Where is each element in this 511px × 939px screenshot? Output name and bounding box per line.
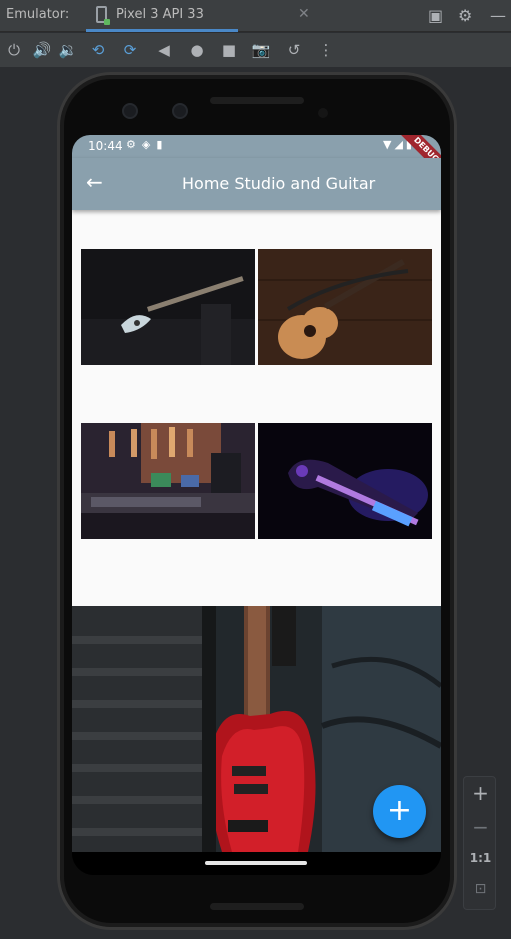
zoom-controls: + − 1:1 ⊡ [463, 776, 496, 910]
emulator-toolbar: ⏻ 🔊 🔉 ⟲ ⟳ ◀ ● ■ 📷 ↺ ⋮ [0, 33, 511, 67]
status-time: 10:44 [88, 139, 123, 153]
device-icon [96, 6, 110, 25]
status-bar: 10:44 ⚙◈▮ ▼◢▮ DEBUG [72, 135, 441, 180]
neon-guitar-thumbnail[interactable] [258, 423, 432, 539]
volume-up-icon[interactable]: 🔊 [32, 40, 52, 60]
speaker-grille-bottom [210, 903, 304, 910]
rotate-left-icon[interactable]: ⟲ [88, 40, 108, 60]
front-camera-icon [172, 103, 188, 119]
ide-tab-bar: Emulator: Pixel 3 API 33 ✕ ▣ ⚙ — [0, 0, 511, 32]
overview-icon[interactable]: ■ [219, 40, 239, 60]
fit-screen-icon[interactable]: ⊡ [464, 881, 497, 897]
float-window-icon[interactable]: ▣ [428, 6, 443, 25]
power-icon[interactable]: ⏻ [4, 40, 24, 60]
close-tab-icon[interactable]: ✕ [298, 6, 310, 22]
screenshot-icon[interactable]: 📷 [251, 40, 271, 60]
settings-gear-icon[interactable]: ⚙ [458, 6, 472, 25]
zoom-out-button[interactable]: − [464, 815, 497, 839]
image-grid-area [72, 210, 441, 606]
zoom-ratio-button[interactable]: 1:1 [464, 851, 497, 865]
back-icon[interactable]: ◀ [154, 40, 174, 60]
speaker-grille-top [210, 97, 304, 104]
more-icon[interactable]: ⋮ [316, 40, 336, 60]
emulator-label: Emulator: [6, 7, 70, 22]
rotate-right-icon[interactable]: ⟳ [120, 40, 140, 60]
home-studio-thumbnail[interactable] [81, 423, 255, 539]
guitar-dark-thumbnail[interactable] [81, 249, 255, 365]
device-screen[interactable]: 10:44 ⚙◈▮ ▼◢▮ DEBUG ← Home Studio and Gu… [72, 135, 441, 875]
tab-underline [86, 29, 238, 32]
add-fab-button[interactable]: + [373, 785, 426, 838]
gesture-nav-bar [72, 852, 441, 875]
home-icon[interactable]: ● [187, 40, 207, 60]
snapshot-icon[interactable]: ↺ [284, 40, 304, 60]
sensor-dot [318, 108, 328, 118]
minimize-icon[interactable]: — [490, 6, 506, 25]
tab-title: Pixel 3 API 33 [116, 7, 204, 22]
tab-pixel-3-api-33[interactable]: Pixel 3 API 33 ✕ [86, 0, 310, 32]
back-arrow-icon[interactable]: ← [86, 170, 103, 194]
status-notification-icons: ⚙◈▮ [126, 138, 169, 151]
home-gesture-pill[interactable] [205, 861, 307, 865]
app-bar: ← Home Studio and Guitar [72, 158, 441, 210]
zoom-in-button[interactable]: + [464, 781, 497, 805]
volume-down-icon[interactable]: 🔉 [58, 40, 78, 60]
app-bar-title: Home Studio and Guitar [182, 174, 376, 193]
acoustic-guitar-thumbnail[interactable] [258, 249, 432, 365]
front-camera-icon [122, 103, 138, 119]
